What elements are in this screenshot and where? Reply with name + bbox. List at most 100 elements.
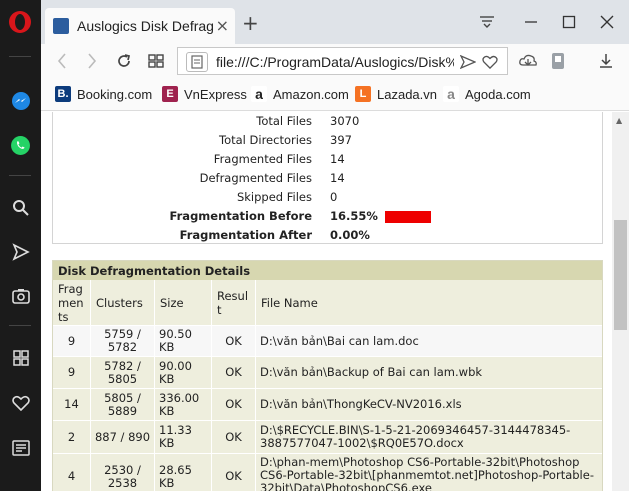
url-text[interactable]: file:///C:/ProgramData/Auslogics/Disk%20 [216, 54, 454, 70]
bookmark-heart-icon[interactable] [482, 54, 498, 73]
send-icon[interactable] [9, 240, 32, 263]
camera-icon[interactable] [9, 284, 32, 307]
cell-file-name: D:\văn bản\Bai can lam.doc [260, 333, 419, 348]
cell-size: 28.65 KB [155, 454, 212, 491]
sidebar-divider [9, 325, 31, 326]
cell-clusters: 5805 / 5889 [91, 389, 155, 420]
header-clusters: Clusters [91, 280, 155, 325]
summary-value: 14 [330, 152, 345, 166]
close-icon[interactable] [597, 12, 617, 32]
back-icon[interactable] [51, 51, 73, 71]
cell-clusters: 887 / 890 [91, 421, 155, 453]
cell-file-name: D:\phan-mem\Photoshop CS6-Portable-32bit… [260, 455, 594, 491]
summary-row-total-directories: Total Directories 397 [53, 131, 602, 150]
tab-strip: Auslogics Disk Defrag Re × + [41, 0, 629, 44]
whatsapp-icon[interactable] [9, 134, 32, 157]
maximize-icon[interactable] [559, 12, 579, 32]
snapshot-icon[interactable] [547, 51, 569, 71]
cell-fragments: 14 [53, 389, 91, 420]
tab-auslogics-report[interactable]: Auslogics Disk Defrag Re × [45, 8, 235, 44]
summary-label: Defragmented Files [199, 171, 312, 185]
page-content: Total Files 3070 Total Directories 397 F… [41, 112, 612, 491]
cell-result: OK [212, 454, 256, 491]
bookmark-lazada[interactable]: L Lazada.vn [355, 84, 437, 104]
cell-result: OK [212, 326, 256, 356]
reload-icon[interactable] [113, 51, 135, 71]
cell-size: 90.50 KB [155, 326, 212, 356]
bookmark-label: Lazada.vn [377, 86, 437, 102]
table-header: Frag men ts Clusters Size Resul t File N… [53, 280, 602, 325]
address-toolbar: file:///C:/ProgramData/Auslogics/Disk%20 [41, 44, 629, 78]
cell-size: 336.00 KB [155, 389, 212, 420]
tabs-grid-icon[interactable] [145, 51, 167, 71]
summary-label: Skipped Files [236, 190, 312, 204]
forward-icon[interactable] [81, 51, 103, 71]
cell-file-name: D:\$RECYCLE.BIN\S-1-5-21-2069346457-3144… [260, 423, 571, 450]
heart-icon[interactable] [9, 391, 32, 414]
cell-fragments: 2 [53, 421, 91, 453]
bookmark-vnexpress[interactable]: E VnExpress [162, 84, 247, 104]
cell-clusters: 5759 / 5782 [91, 326, 155, 356]
vnexpress-icon: E [162, 86, 178, 102]
scroll-up-icon[interactable]: ▲ [616, 116, 622, 125]
summary-value: 14 [330, 171, 345, 185]
summary-label: Total Directories [219, 133, 312, 147]
table-row: 9 5782 / 5805 90.00 KB OK D:\văn bản\Bac… [53, 356, 602, 388]
summary-value: 0.00% [330, 228, 370, 242]
amazon-icon: a [251, 86, 267, 102]
messenger-icon[interactable] [9, 89, 32, 112]
search-icon[interactable] [9, 196, 32, 219]
summary-row-total-files: Total Files 3070 [53, 112, 602, 131]
scroll-thumb[interactable] [614, 220, 627, 330]
details-title: Disk Defragmentation Details [53, 261, 602, 280]
tab-close-icon[interactable]: × [216, 16, 229, 35]
cell-fragments: 9 [53, 357, 91, 388]
bookmark-amazon[interactable]: a Amazon.com [251, 84, 349, 104]
page-info-icon[interactable] [186, 52, 208, 72]
cell-size: 90.00 KB [155, 357, 212, 388]
cell-result: OK [212, 389, 256, 420]
page-scrollbar[interactable]: ▲ [612, 112, 629, 491]
bookmark-label: Amazon.com [273, 86, 349, 102]
summary-label: Fragmentation After [179, 228, 312, 242]
bookmark-label: Agoda.com [465, 86, 531, 102]
summary-value: 397 [330, 133, 352, 147]
bookmark-label: VnExpress [184, 86, 247, 102]
summary-label: Fragmented Files [213, 152, 312, 166]
lazada-icon: L [355, 86, 371, 102]
table-row: 2 887 / 890 11.33 KB OK D:\$RECYCLE.BIN\… [53, 420, 602, 453]
opera-logo-icon[interactable] [9, 11, 31, 33]
header-size: Size [155, 280, 212, 325]
download-icon[interactable] [595, 51, 617, 71]
cell-fragments: 9 [53, 326, 91, 356]
defrag-details-table: Disk Defragmentation Details Frag men ts… [52, 260, 603, 491]
booking-icon: B. [55, 86, 71, 102]
header-file-name: File Name [261, 295, 318, 310]
sidebar-divider [9, 175, 31, 176]
bookmarks-bar: B. Booking.com E VnExpress a Amazon.com … [41, 78, 629, 111]
cell-file-name: D:\văn bản\Backup of Bai can lam.wbk [260, 365, 483, 379]
auslogics-favicon-icon [53, 18, 69, 34]
tab-menu-icon[interactable] [477, 12, 497, 32]
minimize-icon[interactable] [521, 12, 541, 32]
address-bar[interactable]: file:///C:/ProgramData/Auslogics/Disk%20 [177, 47, 508, 75]
bookmark-booking[interactable]: B. Booking.com [55, 84, 152, 104]
table-row: 4 2530 / 2538 28.65 KB OK D:\phan-mem\Ph… [53, 453, 602, 491]
summary-row-defragmented-files: Defragmented Files 14 [53, 169, 602, 188]
opera-sidebar [0, 0, 41, 491]
send-page-icon[interactable] [459, 54, 477, 73]
summary-row-fragmentation-before: Fragmentation Before 16.55% [53, 207, 602, 226]
summary-label: Total Files [256, 114, 312, 128]
cell-file-name: D:\văn bản\ThongKeCV-NV2016.xls [260, 397, 462, 411]
agoda-icon: a [443, 86, 459, 102]
speed-dial-icon[interactable] [9, 346, 32, 369]
bookmark-agoda[interactable]: a Agoda.com [443, 84, 531, 104]
vpn-cloud-icon[interactable] [517, 51, 539, 71]
new-tab-icon[interactable]: + [242, 13, 259, 33]
cell-result: OK [212, 421, 256, 453]
summary-row-fragmentation-after: Fragmentation After 0.00% [53, 226, 602, 245]
cell-clusters: 2530 / 2538 [91, 454, 155, 491]
news-icon[interactable] [9, 436, 32, 459]
cell-fragments: 4 [53, 454, 91, 491]
defrag-summary: Total Files 3070 Total Directories 397 F… [52, 112, 603, 244]
